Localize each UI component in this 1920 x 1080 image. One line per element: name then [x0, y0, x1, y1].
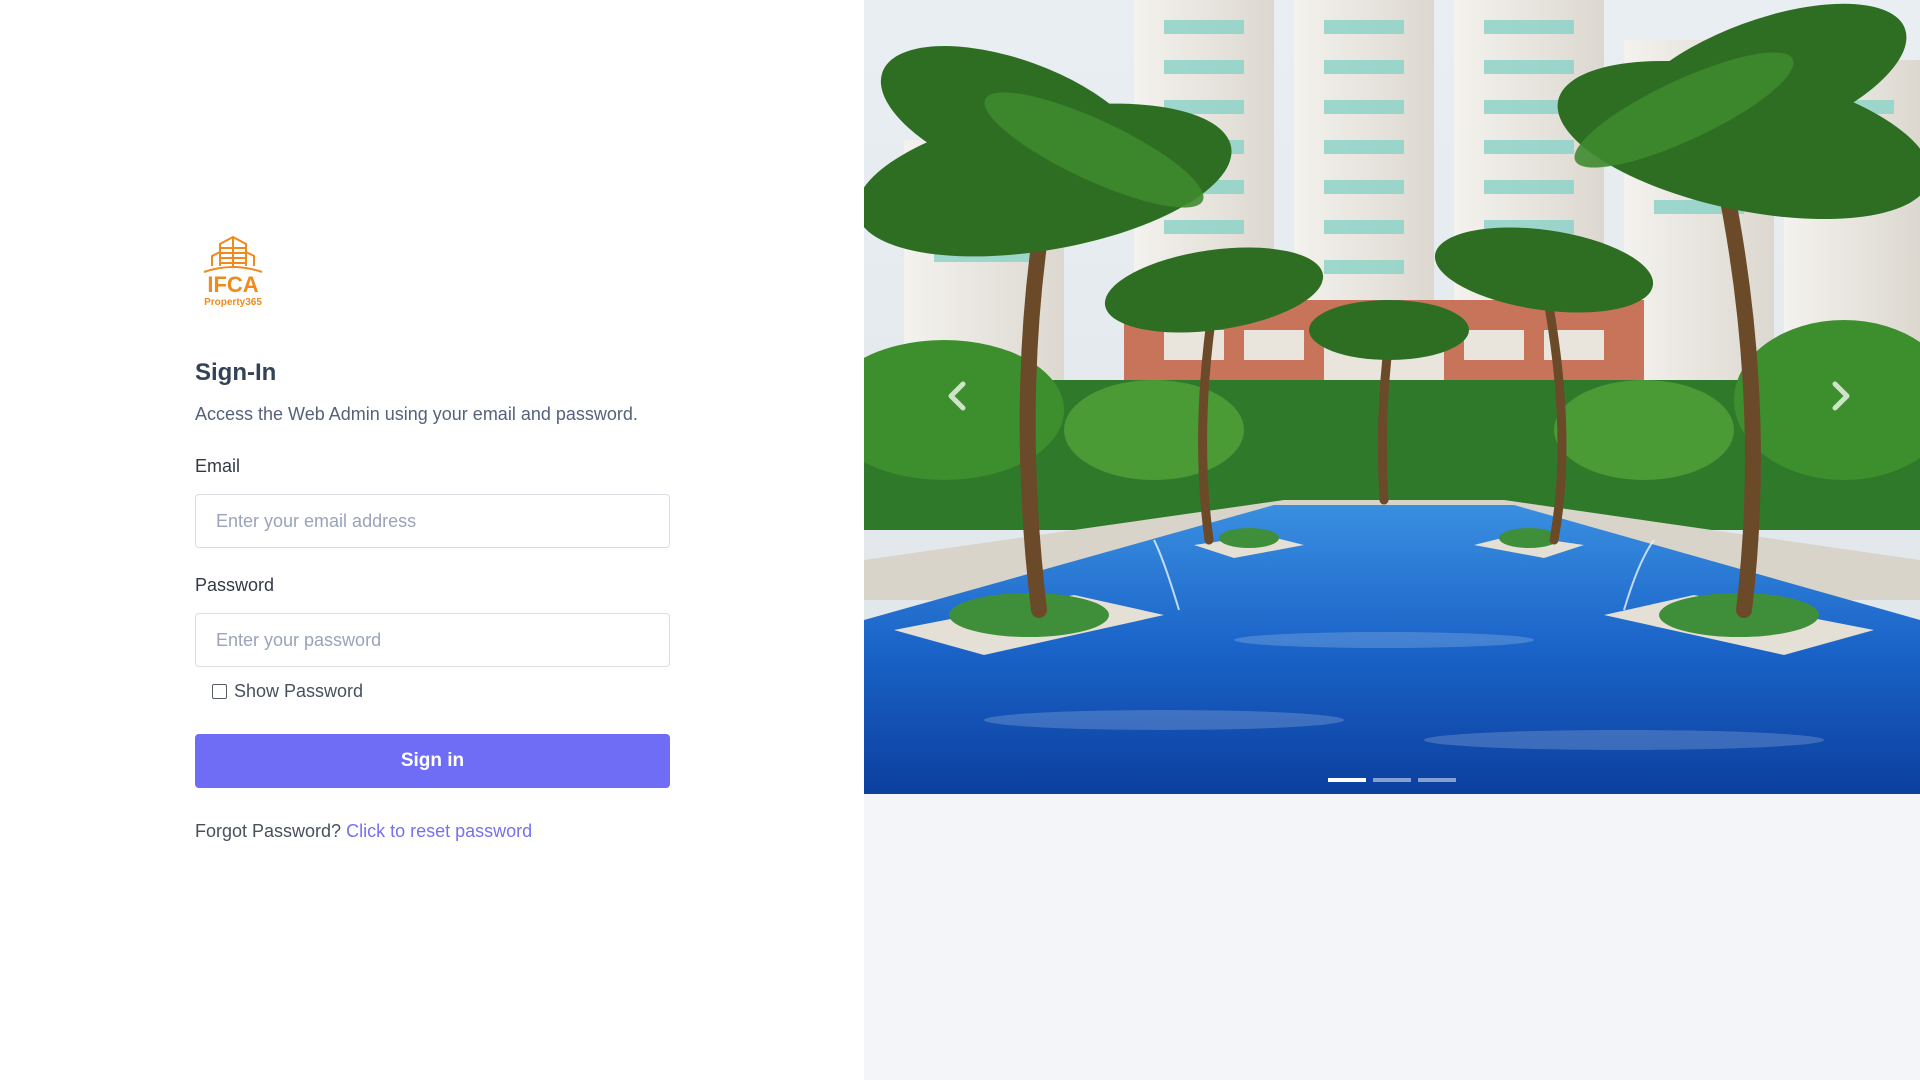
carousel-prev-button[interactable] [943, 378, 973, 414]
ifca-logo: IFCA Property365 [200, 232, 266, 308]
email-field[interactable] [195, 494, 670, 548]
page-subtitle: Access the Web Admin using your email an… [195, 404, 638, 424]
signin-panel: IFCA Property365 Sign-In Access the Web … [0, 0, 864, 1080]
reset-password-link[interactable]: Click to reset password [346, 821, 532, 841]
show-password-toggle[interactable]: Show Password [212, 681, 363, 702]
logo-wordmark: IFCA [207, 272, 258, 297]
password-label: Password [195, 575, 275, 595]
chevron-left-icon [948, 381, 966, 411]
chevron-right-icon [1832, 381, 1850, 411]
forgot-password-text: Forgot Password? [195, 821, 342, 841]
resort-pool-image [864, 0, 1920, 794]
carousel-next-button[interactable] [1825, 378, 1855, 414]
page-title: Sign-In [195, 359, 277, 386]
forgot-password-row: Forgot Password? Click to reset password [195, 821, 532, 842]
logo-tagline: Property365 [204, 297, 262, 308]
email-label: Email [195, 456, 241, 476]
carousel-indicators [1328, 778, 1463, 782]
show-password-label: Show Password [234, 681, 364, 701]
carousel-indicator-3[interactable] [1418, 778, 1456, 782]
carousel-indicator-1[interactable] [1328, 778, 1366, 782]
show-password-checkbox[interactable] [212, 684, 227, 699]
hero-panel [864, 0, 1920, 1080]
sign-in-button[interactable]: Sign in [195, 734, 670, 788]
carousel-indicator-2[interactable] [1373, 778, 1411, 782]
login-page: IFCA Property365 Sign-In Access the Web … [0, 0, 1920, 1080]
image-carousel [864, 0, 1920, 794]
password-field[interactable] [195, 613, 670, 667]
